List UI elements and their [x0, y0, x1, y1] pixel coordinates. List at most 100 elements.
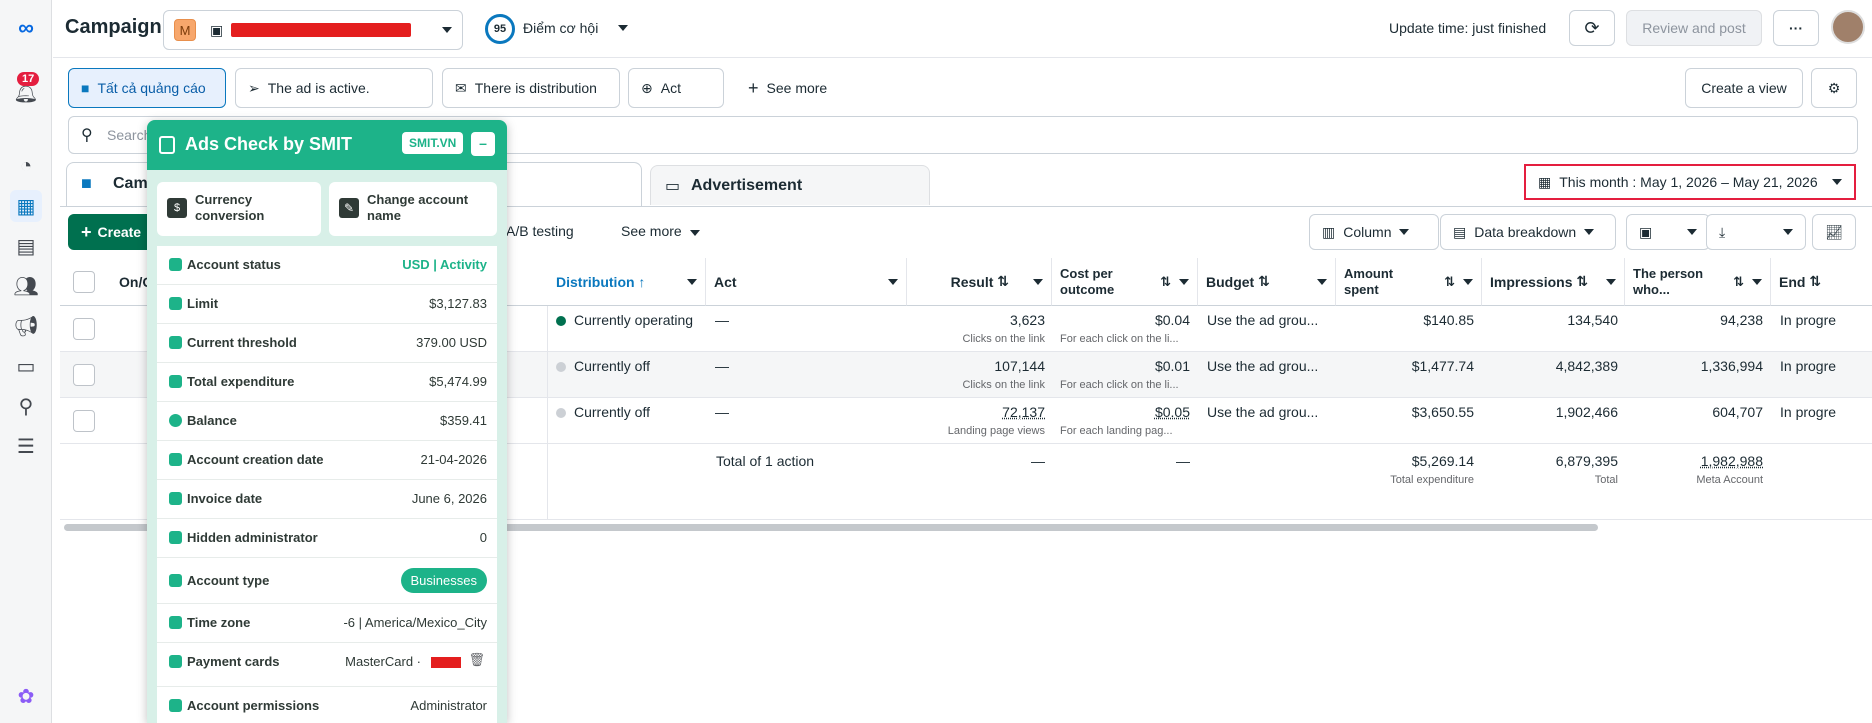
row2-distribution: Currently off [556, 358, 650, 374]
header-result[interactable]: Result ⇅ [907, 258, 1052, 306]
opportunity-score[interactable]: 95 [485, 14, 515, 44]
page-title: Campaign [65, 16, 162, 38]
chevron-down-icon [442, 27, 452, 33]
row3-budget[interactable]: Use the ad grou... [1207, 404, 1329, 420]
filter-chip-act[interactable]: ⊕ Act [628, 68, 724, 108]
chevron-down-icon[interactable] [618, 25, 628, 31]
header-end[interactable]: End ⇅ [1771, 258, 1872, 306]
reports-button[interactable]: ▣ [1626, 214, 1710, 250]
smit-row-permissions: Account permissions Administrator [157, 687, 497, 723]
export-button[interactable]: ⤓ [1706, 214, 1806, 250]
minimize-button[interactable]: – [471, 132, 495, 156]
total-person[interactable]: 1,982,988 [1633, 453, 1763, 469]
date-range-picker[interactable]: ▦ This month : May 1, 2026 – May 21, 202… [1524, 164, 1856, 200]
pages-icon[interactable]: ▤ [10, 230, 42, 262]
smit-row-account-type: Account type Businesses [157, 558, 497, 604]
time-zone-shield-icon [169, 616, 182, 629]
opportunity-label[interactable]: Điểm cơ hội [523, 20, 598, 36]
account-type-icon: ▣ [210, 21, 224, 38]
breakdown-icon: ▤ [1453, 223, 1467, 240]
review-post-button[interactable]: Review and post [1626, 10, 1762, 46]
header-act[interactable]: Act [706, 258, 907, 306]
chevron-down-icon [1687, 229, 1697, 235]
data-breakdown-button[interactable]: ▤ Data breakdown [1440, 214, 1616, 250]
more-options-button[interactable]: ··· [1773, 10, 1819, 46]
row-checkbox[interactable] [73, 364, 95, 386]
smit-row-balance: Balance $359.41 [157, 402, 497, 441]
header-person[interactable]: The person who... ⇅ [1625, 258, 1771, 306]
smit-row-threshold: Current threshold 379.00 USD [157, 324, 497, 363]
header-amount-spent[interactable]: Amount spent ⇅ [1336, 258, 1482, 306]
top-bar: Campaign M ▣ ████████████████... 95 Điểm… [53, 0, 1872, 58]
reports-icon: ▣ [1639, 223, 1653, 240]
status-dot [556, 362, 566, 373]
app-switcher-icon[interactable]: ✿ [10, 680, 42, 712]
notification-count-badge: 17 [17, 72, 40, 86]
header-distribution[interactable]: Distribution ↑ [548, 258, 706, 306]
trend-icon [169, 336, 182, 349]
row3-cost-sub: For each landing pag... [1060, 425, 1173, 437]
ad-icon: ▭ [665, 178, 681, 195]
filter-chip-ad-active[interactable]: ➢ The ad is active. [235, 68, 433, 108]
audiences-icon[interactable]: 👥︎ [10, 270, 42, 302]
chevron-down-icon [1832, 179, 1842, 185]
header-budget[interactable]: Budget ⇅ [1198, 258, 1336, 306]
trash-icon[interactable]: 🗑︎ [468, 652, 485, 668]
smit-row-invoice-date: Invoice date June 6, 2026 [157, 480, 497, 519]
avatar[interactable] [1831, 10, 1865, 44]
chart-icon[interactable]: 📈︎ [1812, 214, 1856, 250]
ads-manager-table-icon[interactable]: ▦ [10, 190, 42, 222]
row1-person: 94,238 [1720, 312, 1763, 328]
row1-distribution: Currently operating [556, 312, 693, 328]
row3-amount: $3,650.55 [1411, 404, 1474, 420]
column-button[interactable]: ▥ Column [1309, 214, 1439, 250]
smit-badge[interactable]: SMIT.VN [402, 132, 464, 154]
select-all-checkbox[interactable] [73, 271, 95, 293]
row2-act: — [715, 358, 729, 374]
shield-icon [169, 531, 182, 544]
see-more-filters[interactable]: + See more [736, 68, 856, 108]
refresh-icon[interactable]: ⟳ [1569, 10, 1615, 46]
menu-icon[interactable]: ☰ [10, 430, 42, 462]
currency-conversion-button[interactable]: $ Currency conversion [157, 182, 321, 236]
row2-budget[interactable]: Use the ad grou... [1207, 358, 1329, 374]
row1-budget[interactable]: Use the ad grou... [1207, 312, 1329, 328]
billing-card-icon[interactable]: ▭ [10, 350, 42, 382]
dashboard-gauge-icon[interactable]: ◔ [10, 150, 42, 182]
events-manager-icon[interactable]: ⚲ [10, 390, 42, 422]
search-icon: ⚲ [81, 127, 93, 144]
document-check-icon [159, 136, 175, 154]
tab-advertisement[interactable]: ▭ Advertisement [650, 165, 930, 205]
filter-chip-all-ads[interactable]: ■ Tất cả quảng cáo [68, 68, 226, 108]
row-checkbox[interactable] [73, 318, 95, 340]
header-impressions[interactable]: Impressions ⇅ [1482, 258, 1625, 306]
row3-result[interactable]: 72,137 [915, 404, 1045, 420]
filter-chip-distribution[interactable]: ✉ There is distribution [442, 68, 620, 108]
row-checkbox[interactable] [73, 410, 95, 432]
row3-cost[interactable]: $0.05 [1060, 404, 1190, 420]
change-account-name-button[interactable]: ✎ Change account name [329, 182, 497, 236]
calendar-icon: ▦ [1538, 173, 1552, 190]
row1-result[interactable]: 3,623 [915, 312, 1045, 328]
create-view-button[interactable]: Create a view [1685, 68, 1803, 108]
user-key-icon [169, 699, 182, 712]
smit-title: Ads Check by SMIT [185, 134, 353, 154]
header-cost[interactable]: Cost per outcome ⇅ [1052, 258, 1198, 306]
currency-icon: $ [167, 198, 187, 218]
account-type-badge: Businesses [400, 568, 487, 593]
sliders-icon[interactable]: ⚙ [1811, 68, 1857, 108]
row3-result-sub: Landing page views [947, 425, 1045, 437]
total-cost: — [1176, 453, 1190, 469]
search-input[interactable]: Search [107, 127, 151, 143]
cursor-icon: ➢ [248, 79, 260, 96]
ab-testing-button[interactable]: A/B testing [506, 223, 574, 239]
meta-logo-icon[interactable]: ∞ [10, 12, 42, 44]
envelope-icon: ✉ [455, 79, 467, 96]
megaphone-icon[interactable]: 📢︎ [10, 310, 42, 342]
row2-result[interactable]: 107,144 [915, 358, 1045, 374]
see-more-toolbar[interactable]: See more [621, 223, 700, 239]
total-impressions: 6,879,395 [1555, 453, 1618, 469]
status-dot [556, 408, 566, 419]
account-selector[interactable]: M ▣ ████████████████... [163, 10, 463, 50]
update-time: Update time: just finished [1389, 20, 1547, 36]
